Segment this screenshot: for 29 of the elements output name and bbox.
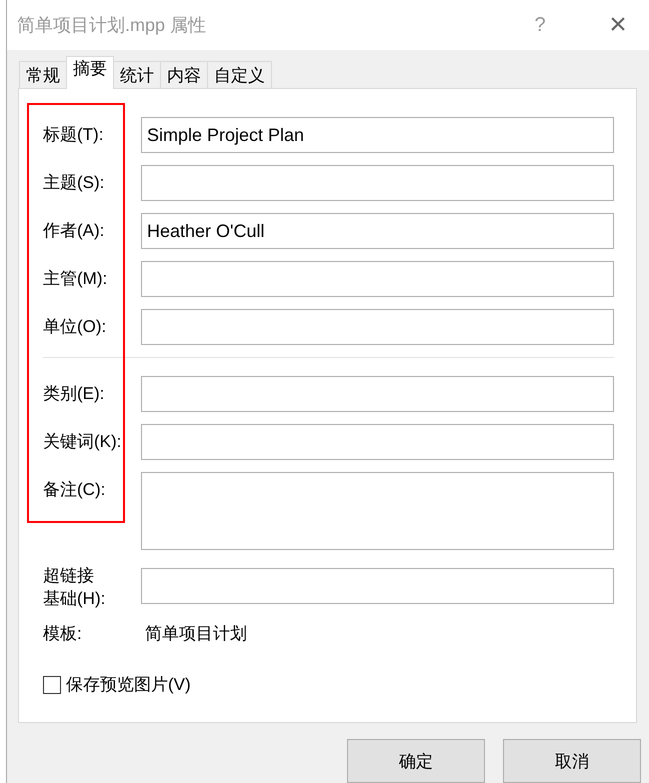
input-field[interactable]: [141, 165, 614, 201]
field-label: 类别(E):: [43, 383, 106, 405]
input-field[interactable]: [141, 568, 614, 604]
field-label: 标题(T):: [43, 124, 104, 146]
dialog-button[interactable]: 取消: [503, 739, 641, 783]
field-label: 超链接基础(H):: [43, 565, 106, 610]
field-label: 作者(A):: [43, 220, 106, 242]
window-title: 简单项目计划.mpp 属性: [17, 14, 208, 37]
checkbox-label[interactable]: 保存预览图片(V): [66, 673, 191, 696]
input-field[interactable]: [141, 472, 614, 550]
dialog-button[interactable]: 确定: [347, 739, 485, 783]
field-label: 关键词(K):: [43, 431, 122, 453]
template-value: 简单项目计划: [145, 623, 247, 645]
field-label: 主题(S):: [43, 172, 106, 194]
tab[interactable]: 自定义: [207, 61, 272, 88]
field-label: 单位(O):: [43, 316, 108, 338]
input-field[interactable]: Simple Project Plan: [141, 117, 614, 153]
field-label: 主管(M):: [43, 268, 108, 290]
input-field[interactable]: Heather O'Cull: [141, 213, 614, 249]
checkbox[interactable]: [43, 676, 61, 694]
input-field[interactable]: [141, 309, 614, 345]
close-button[interactable]: ×: [603, 8, 633, 42]
input-field[interactable]: [141, 424, 614, 460]
tab[interactable]: 摘要: [66, 56, 114, 89]
input-field[interactable]: [141, 261, 614, 297]
template-label: 模板:: [43, 623, 83, 645]
tab[interactable]: 常规: [19, 61, 67, 88]
input-field[interactable]: [141, 376, 614, 412]
field-label: 备注(C):: [43, 479, 106, 501]
